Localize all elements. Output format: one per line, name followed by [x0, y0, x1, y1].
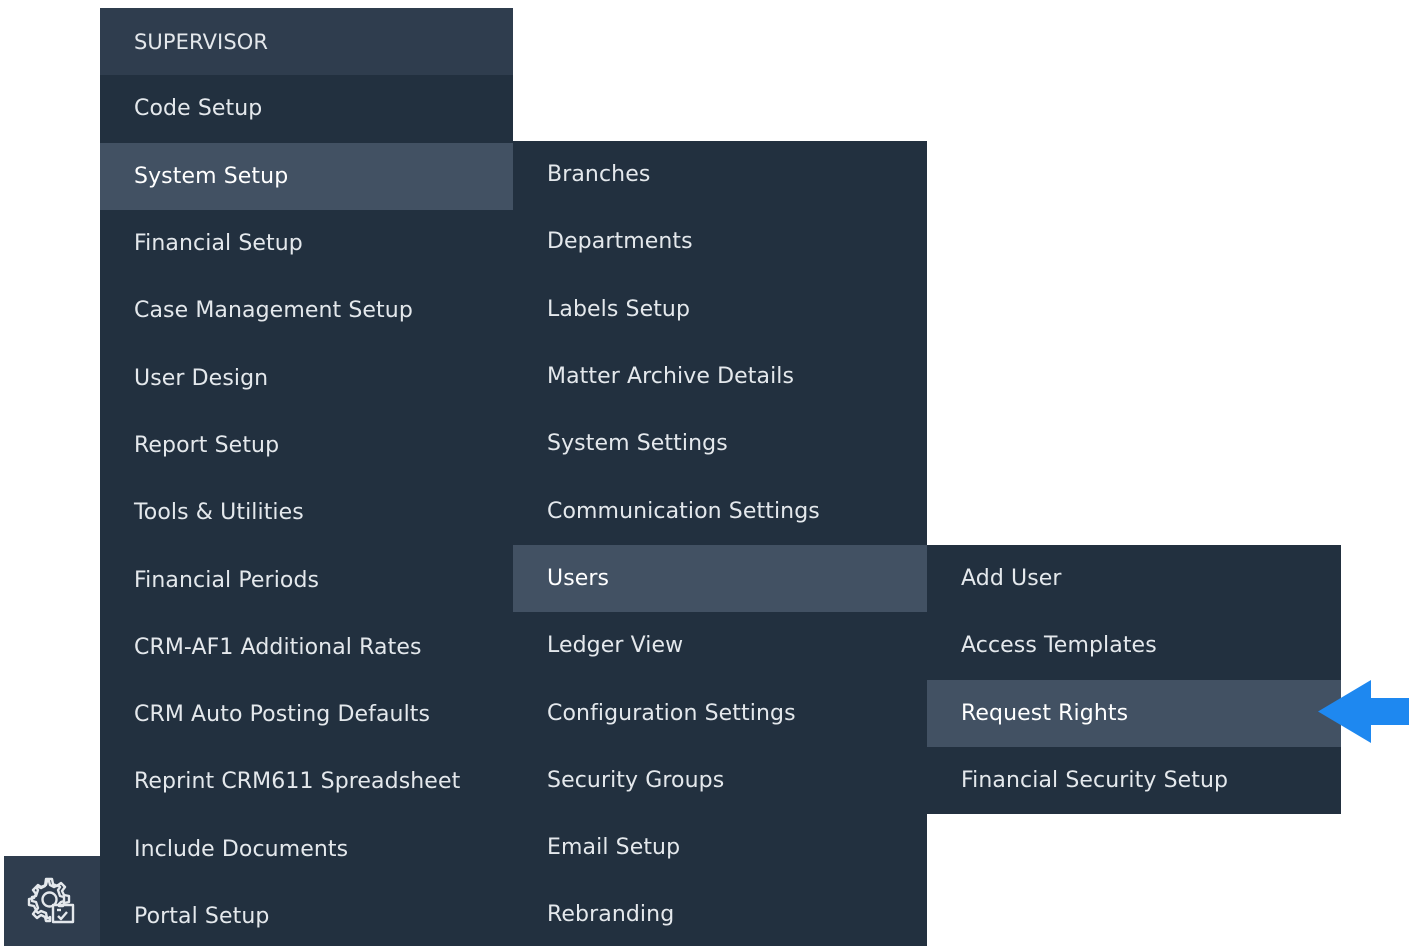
menu-item-financial-setup[interactable]: Financial Setup [100, 210, 513, 277]
menu-item-communication-settings[interactable]: Communication Settings [513, 477, 927, 544]
menu-item-security-groups[interactable]: Security Groups [513, 747, 927, 814]
menu-item-include-documents[interactable]: Include Documents [100, 816, 513, 883]
menu-item-financial-periods[interactable]: Financial Periods [100, 546, 513, 613]
arrow-left-icon [1318, 680, 1409, 743]
menu-item-users[interactable]: Users [513, 544, 927, 613]
menu-item-report-setup[interactable]: Report Setup [100, 412, 513, 479]
menu-item-system-setup[interactable]: System Setup [100, 142, 513, 210]
menu-item-request-rights[interactable]: Request Rights [927, 679, 1341, 747]
menu-item-tools-utilities[interactable]: Tools & Utilities [100, 479, 513, 546]
menu-item-portal-setup[interactable]: Portal Setup [100, 883, 513, 950]
menu-item-labels-setup[interactable]: Labels Setup [513, 276, 927, 343]
menu-item-financial-security-setup[interactable]: Financial Security Setup [927, 747, 1341, 814]
menu-item-crm-auto-posting-defaults[interactable]: CRM Auto Posting Defaults [100, 681, 513, 748]
settings-gear-icon [27, 877, 75, 924]
menu-item-add-user[interactable]: Add User [927, 545, 1341, 612]
menu-item-branches[interactable]: Branches [513, 141, 927, 208]
menu-item-reprint-crm611-spreadsheet[interactable]: Reprint CRM611 Spreadsheet [100, 748, 513, 815]
menu-item-case-management-setup[interactable]: Case Management Setup [100, 277, 513, 344]
menu-item-code-setup[interactable]: Code Setup [100, 75, 513, 142]
menu-item-email-setup[interactable]: Email Setup [513, 814, 927, 881]
menu-header-supervisor: SUPERVISOR [100, 8, 513, 76]
menu-item-configuration-settings[interactable]: Configuration Settings [513, 679, 927, 746]
menu-item-matter-archive-details[interactable]: Matter Archive Details [513, 343, 927, 410]
supervisor-menu: SUPERVISOR Code Setup System Setup Finan… [100, 8, 513, 946]
menu-item-ledger-view[interactable]: Ledger View [513, 612, 927, 679]
menu-item-user-design[interactable]: User Design [100, 344, 513, 411]
menu-item-departments[interactable]: Departments [513, 208, 927, 275]
users-submenu: Add User Access Templates Request Rights… [927, 545, 1341, 814]
menu-item-system-settings[interactable]: System Settings [513, 410, 927, 477]
menu-item-access-templates[interactable]: Access Templates [927, 612, 1341, 679]
system-setup-submenu: Branches Departments Labels Setup Matter… [513, 141, 927, 946]
menu-item-rebranding[interactable]: Rebranding [513, 881, 927, 948]
menu-item-crm-af1-additional-rates[interactable]: CRM-AF1 Additional Rates [100, 614, 513, 681]
settings-button[interactable] [4, 856, 100, 946]
